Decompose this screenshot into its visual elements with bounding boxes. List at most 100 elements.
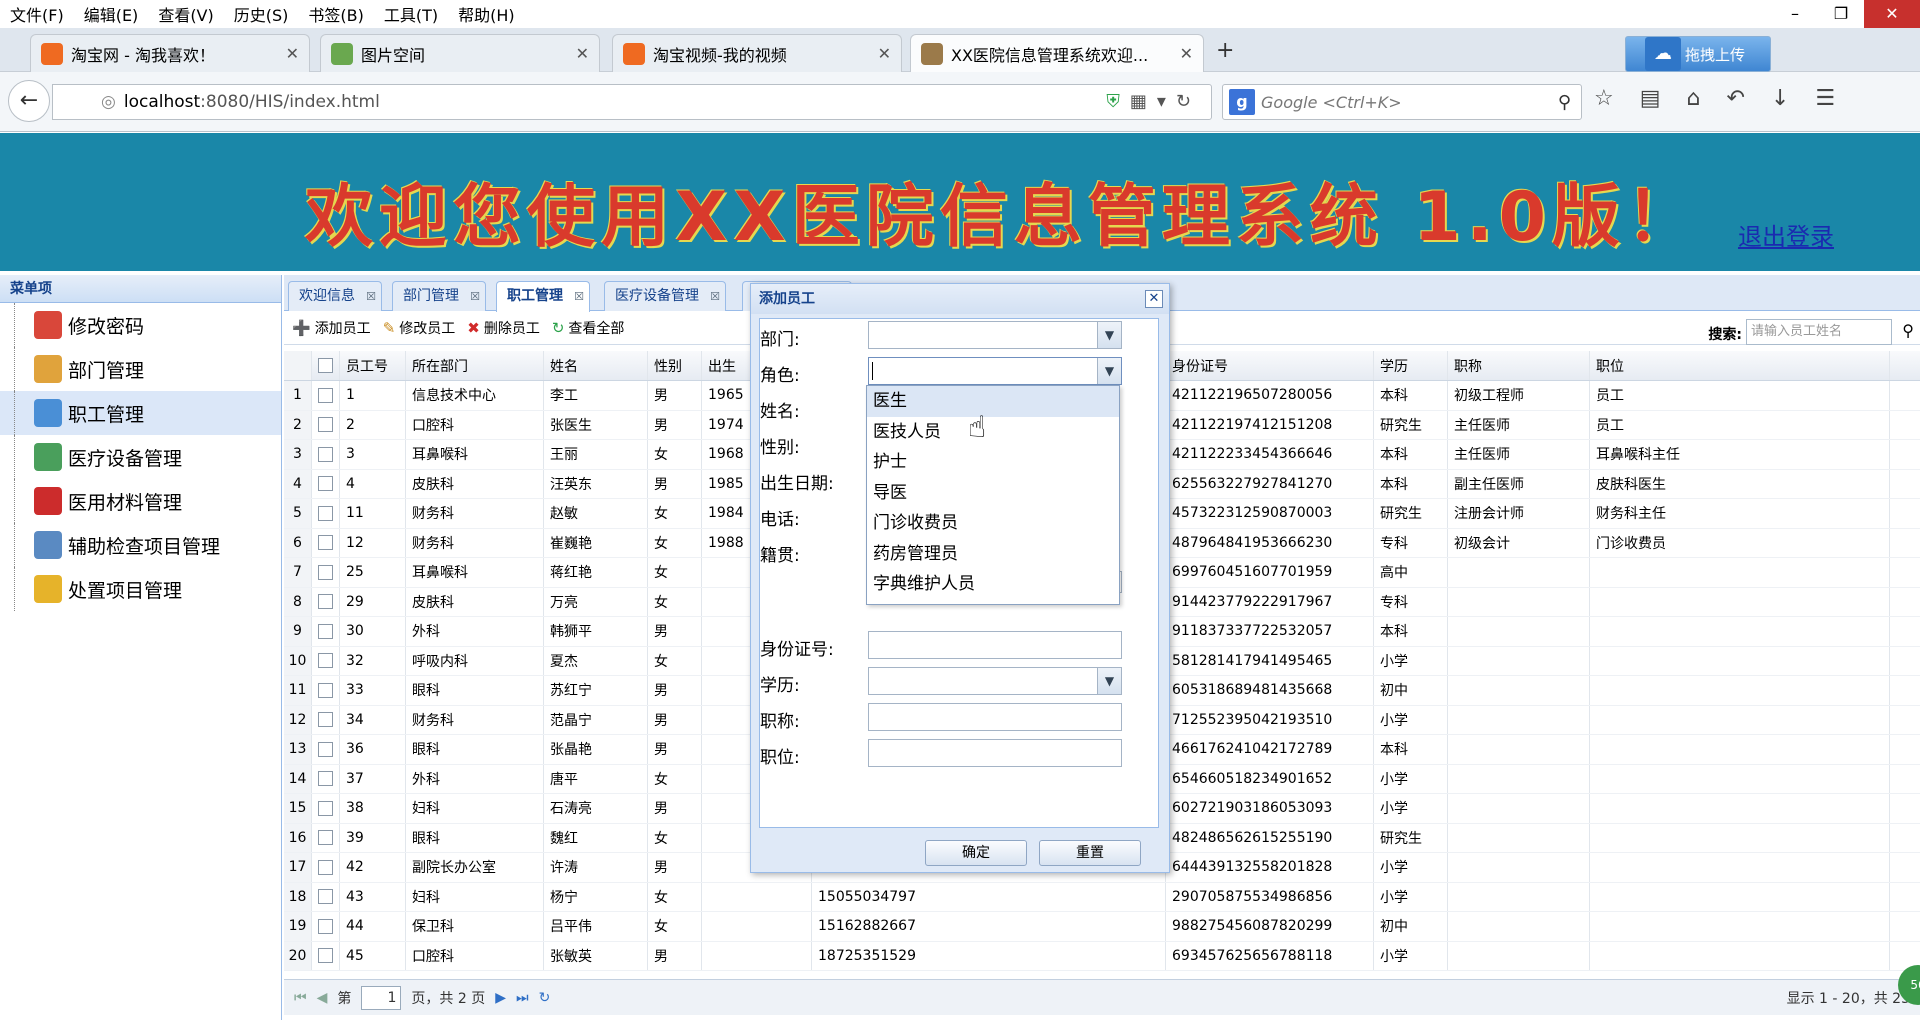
close-tab-icon[interactable]: ☒ — [366, 283, 376, 311]
col-header[interactable]: 职称 — [1448, 351, 1590, 380]
sidebar-item-departments[interactable]: 部门管理 — [0, 347, 281, 391]
chevron-down-icon[interactable]: ▼ — [1097, 668, 1121, 694]
col-header[interactable]: 所在部门 — [406, 351, 544, 380]
row-checkbox[interactable] — [312, 676, 340, 705]
menu-edit[interactable]: 编辑(E) — [74, 2, 149, 26]
row-checkbox[interactable] — [312, 735, 340, 764]
table-row[interactable]: 19 44 保卫科 吕平伟女 15162882667 988275456087820299… — [284, 912, 1920, 942]
row-checkbox[interactable] — [312, 941, 340, 970]
browser-tab-taobao[interactable]: 淘宝网 - 淘我喜欢！ ✕ — [30, 34, 310, 72]
logout-link[interactable]: 退出登录 — [1738, 217, 1834, 252]
close-icon[interactable]: ✕ — [1145, 290, 1163, 308]
row-checkbox[interactable] — [312, 764, 340, 793]
add-staff-button[interactable]: ➕ 添加员工 — [292, 318, 371, 338]
last-page-icon[interactable]: ⏭ — [516, 990, 529, 1006]
row-checkbox[interactable] — [312, 882, 340, 911]
row-checkbox[interactable] — [312, 794, 340, 823]
row-checkbox[interactable] — [312, 705, 340, 734]
browser-tab-his[interactable]: XX医院信息管理系统欢迎... ✕ — [910, 34, 1204, 72]
close-tab-icon[interactable]: ☒ — [710, 283, 720, 311]
sidebar-item-equipment[interactable]: 医疗设备管理 — [0, 435, 281, 479]
menu-tools[interactable]: 工具(T) — [374, 2, 448, 26]
reload-icon[interactable]: ↻ — [539, 990, 551, 1006]
view-all-button[interactable]: ↻ 查看全部 — [552, 318, 625, 338]
select-all-checkbox[interactable] — [312, 351, 340, 380]
sidebar-item-materials[interactable]: 医用材料管理 — [0, 479, 281, 523]
idcard-input[interactable] — [868, 631, 1122, 659]
row-checkbox[interactable] — [312, 528, 340, 557]
shield-icon[interactable]: ⛨ — [1106, 91, 1130, 112]
chevron-down-icon[interactable]: ▼ — [1097, 358, 1121, 384]
col-header[interactable]: 员工号 — [340, 351, 406, 380]
hamburger-menu-icon[interactable]: ☰ — [1815, 86, 1835, 111]
menu-file[interactable]: 文件(F) — [0, 2, 74, 26]
undo-icon[interactable]: ↶ — [1727, 86, 1745, 111]
tab-departments[interactable]: 部门管理 ☒ — [392, 281, 486, 311]
next-page-icon[interactable]: ▶ — [495, 990, 506, 1006]
row-checkbox[interactable] — [312, 646, 340, 675]
search-icon[interactable]: ⚲ — [1558, 92, 1571, 113]
restore-icon[interactable]: ❐ — [1818, 0, 1864, 28]
row-checkbox[interactable] — [312, 558, 340, 587]
row-checkbox[interactable] — [312, 440, 340, 469]
sidebar-item-exams[interactable]: 辅助检查项目管理 — [0, 523, 281, 567]
col-header[interactable]: 身份证号 — [1166, 351, 1374, 380]
confirm-button[interactable]: 确定 — [925, 840, 1027, 866]
qr-icon[interactable]: ▦ — [1130, 91, 1157, 112]
close-tab-icon[interactable]: ✕ — [1180, 44, 1193, 63]
edit-staff-button[interactable]: ✎ 修改员工 — [383, 318, 456, 338]
close-tab-icon[interactable]: ✕ — [286, 44, 299, 63]
delete-staff-button[interactable]: ✖ 删除员工 — [467, 318, 540, 338]
search-icon[interactable]: ⚲ — [1902, 321, 1914, 340]
close-tab-icon[interactable]: ☒ — [574, 283, 584, 311]
title-input[interactable] — [868, 703, 1122, 731]
browser-tab-taobao-video[interactable]: 淘宝视频-我的视频 ✕ — [612, 34, 902, 72]
row-checkbox[interactable] — [312, 853, 340, 882]
row-checkbox[interactable] — [312, 469, 340, 498]
row-checkbox[interactable] — [312, 912, 340, 941]
url-bar[interactable]: ◎ localhost:8080/HIS/index.html ⛨▦▾↻ — [52, 84, 1212, 120]
role-option-guide[interactable]: 导医 — [867, 478, 1119, 509]
col-header[interactable]: 性别 — [648, 351, 702, 380]
row-checkbox[interactable] — [312, 617, 340, 646]
reading-list-icon[interactable]: ▤ — [1640, 86, 1661, 111]
chevron-down-icon[interactable]: ▼ — [1097, 322, 1121, 348]
role-option-doctor[interactable]: 医生 — [867, 386, 1119, 417]
col-header[interactable]: 姓名 — [544, 351, 648, 380]
reload-icon[interactable]: ↻ — [1176, 91, 1201, 112]
col-header[interactable]: 职位 — [1590, 351, 1890, 380]
upload-button[interactable]: ☁ 拖拽上传 — [1625, 36, 1771, 72]
close-window-icon[interactable]: ✕ — [1864, 0, 1920, 28]
sidebar-item-treatments[interactable]: 处置项目管理 — [0, 567, 281, 611]
education-select[interactable]: ▼ — [868, 667, 1122, 695]
col-header[interactable]: 学历 — [1374, 351, 1448, 380]
home-icon[interactable]: ⌂ — [1687, 86, 1701, 111]
department-select[interactable]: ▼ — [868, 321, 1122, 349]
dropdown-icon[interactable]: ▾ — [1157, 91, 1176, 112]
row-checkbox[interactable] — [312, 410, 340, 439]
role-option-pharmacy[interactable]: 药房管理员 — [867, 539, 1119, 570]
page-number-input[interactable]: 1 — [361, 985, 402, 1010]
tab-staff[interactable]: 职工管理 ☒ — [496, 281, 590, 312]
role-option-nurse[interactable]: 护士 — [867, 447, 1119, 478]
close-tab-icon[interactable]: ✕ — [878, 44, 891, 63]
row-checkbox[interactable] — [312, 381, 340, 410]
menu-help[interactable]: 帮助(H) — [448, 2, 525, 26]
bookmark-star-icon[interactable]: ☆ — [1594, 86, 1614, 111]
staff-search-input[interactable]: 请输入员工姓名 — [1746, 319, 1892, 345]
new-tab-icon[interactable]: + — [1216, 38, 1234, 63]
menu-history[interactable]: 历史(S) — [224, 2, 299, 26]
row-checkbox[interactable] — [312, 587, 340, 616]
first-page-icon[interactable]: ⏮ — [294, 990, 307, 1006]
download-icon[interactable]: ↓ — [1771, 86, 1789, 111]
web-search-box[interactable]: g Google <Ctrl+K> ⚲ — [1222, 84, 1582, 120]
reset-button[interactable]: 重置 — [1039, 840, 1141, 866]
prev-page-icon[interactable]: ◀ — [317, 990, 328, 1006]
browser-tab-picture-space[interactable]: 图片空间 ✕ — [320, 34, 600, 72]
back-icon[interactable]: ← — [8, 80, 50, 122]
sidebar-item-staff[interactable]: 职工管理 — [0, 391, 281, 435]
role-option-dictionary-admin[interactable]: 字典维护人员 — [867, 569, 1119, 600]
table-row[interactable]: 18 43 妇科 杨宁女 15055034797 290705875534986856 小学 — [284, 882, 1920, 912]
close-tab-icon[interactable]: ☒ — [470, 283, 480, 311]
menu-bookmarks[interactable]: 书签(B) — [298, 2, 373, 26]
